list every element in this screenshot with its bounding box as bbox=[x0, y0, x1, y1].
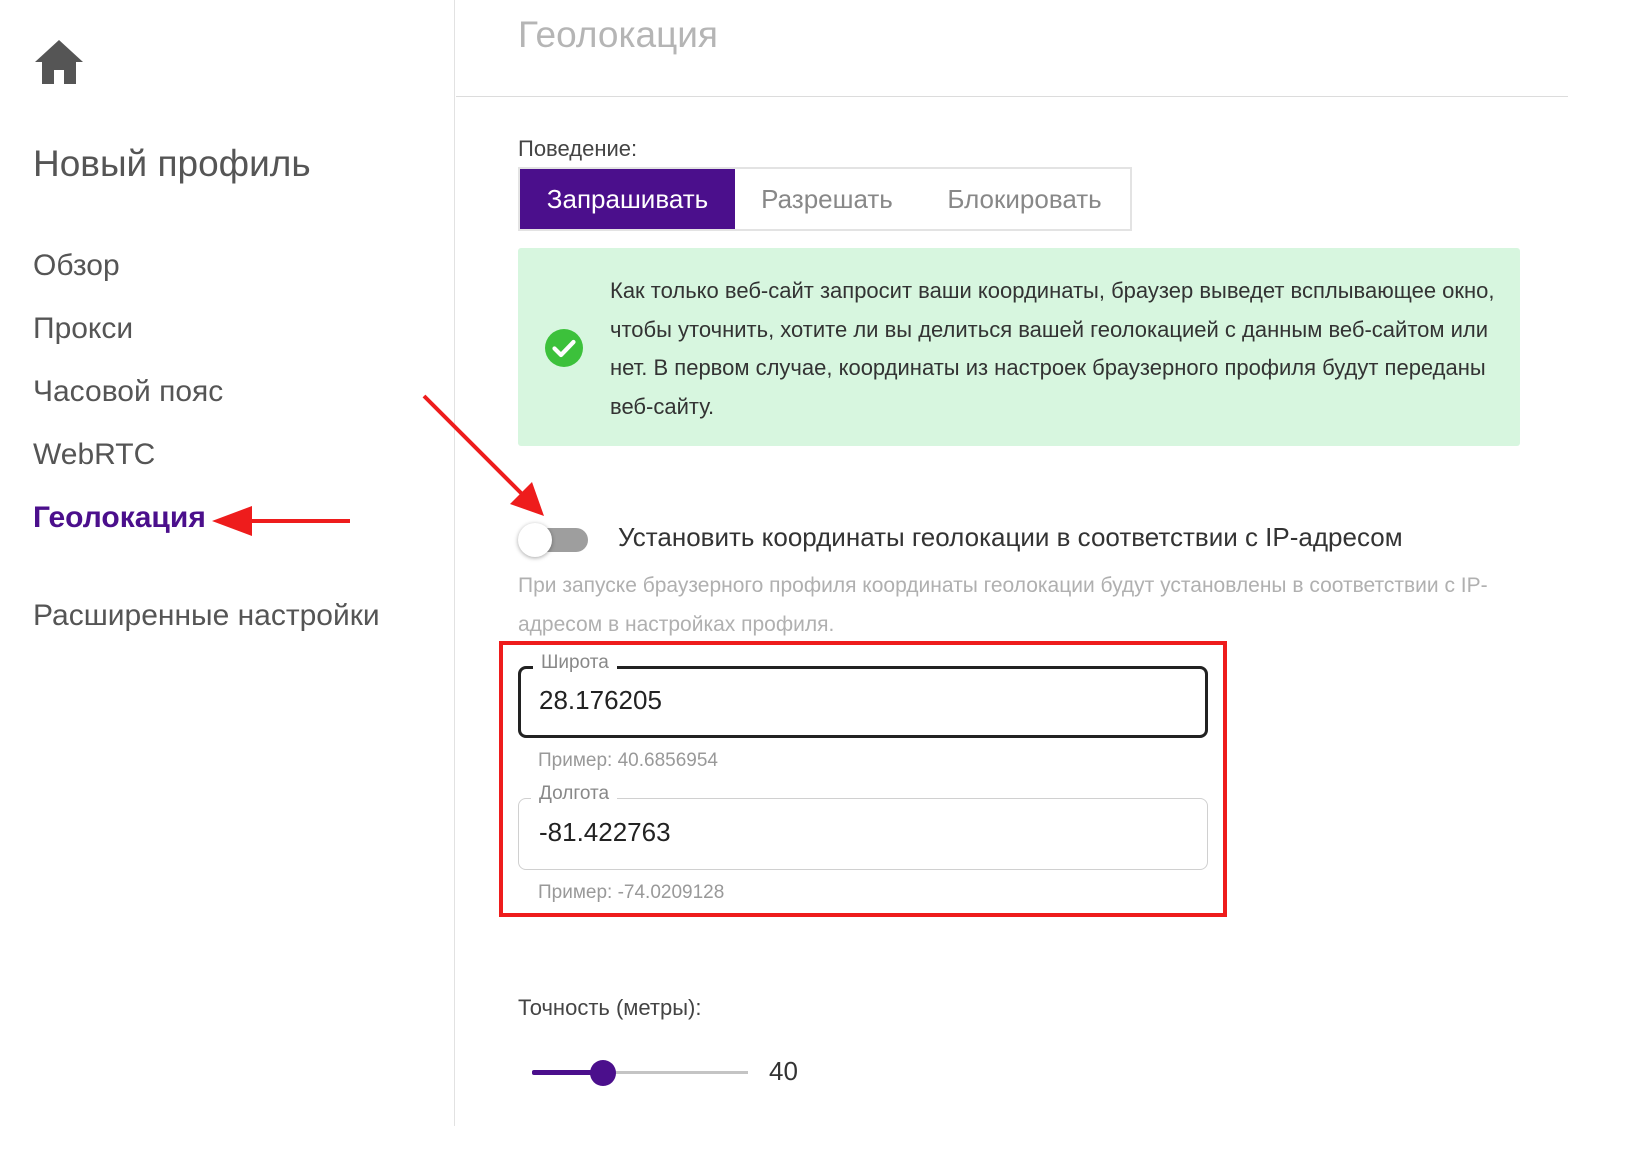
page-title: Геолокация bbox=[518, 14, 718, 55]
home-icon[interactable] bbox=[33, 38, 85, 86]
accuracy-label: Точность (метры): bbox=[518, 995, 702, 1020]
latitude-label: Широта bbox=[533, 652, 617, 674]
accuracy-slider[interactable] bbox=[532, 1058, 748, 1088]
sidebar-item-timezone[interactable]: Часовой пояс bbox=[33, 369, 223, 432]
page-header: Геолокация bbox=[456, 0, 1568, 97]
info-text: Как только веб-сайт запросит ваши коорди… bbox=[610, 278, 1495, 419]
sidebar-nav: Обзор Прокси Часовой пояс WebRTC Геолока… bbox=[33, 243, 223, 558]
info-box: Как только веб-сайт запросит ваши коорди… bbox=[518, 248, 1520, 446]
behavior-ask-button[interactable]: Запрашивать bbox=[520, 169, 735, 229]
check-circle-icon bbox=[544, 328, 584, 368]
sidebar-item-proxy[interactable]: Прокси bbox=[33, 306, 223, 369]
longitude-input[interactable] bbox=[539, 817, 1179, 848]
ip-geolocation-help-text: При запуске браузерного профиля координа… bbox=[518, 574, 1488, 636]
behavior-block-button[interactable]: Блокировать bbox=[919, 169, 1130, 229]
behavior-segmented-control: Запрашивать Разрешать Блокировать bbox=[518, 167, 1132, 231]
sidebar-item-webrtc[interactable]: WebRTC bbox=[33, 432, 223, 495]
longitude-example: Пример: -74.0209128 bbox=[538, 882, 725, 903]
latitude-example: Пример: 40.6856954 bbox=[538, 750, 718, 771]
latitude-field: Широта bbox=[518, 652, 1208, 738]
ip-geolocation-toggle-label: Установить координаты геолокации в соотв… bbox=[618, 522, 1403, 552]
main-content: Поведение: Запрашивать Разрешать Блокиро… bbox=[456, 98, 1568, 1126]
latitude-input[interactable] bbox=[539, 685, 1179, 716]
slider-thumb[interactable] bbox=[590, 1060, 617, 1086]
ip-geolocation-toggle[interactable] bbox=[518, 523, 588, 557]
longitude-label: Долгота bbox=[531, 783, 618, 805]
sidebar-item-advanced-settings[interactable]: Расширенные настройки bbox=[33, 599, 380, 633]
behavior-label: Поведение: bbox=[518, 136, 638, 161]
toggle-thumb bbox=[518, 523, 552, 557]
accuracy-value: 40 bbox=[769, 1056, 798, 1086]
longitude-field: Долгота bbox=[518, 783, 1208, 870]
sidebar-item-overview[interactable]: Обзор bbox=[33, 243, 223, 306]
behavior-allow-button[interactable]: Разрешать bbox=[735, 169, 919, 229]
profile-title: Новый профиль bbox=[33, 143, 311, 184]
sidebar-item-geolocation[interactable]: Геолокация bbox=[33, 495, 223, 558]
sidebar: Новый профиль Обзор Прокси Часовой пояс … bbox=[0, 0, 455, 1126]
